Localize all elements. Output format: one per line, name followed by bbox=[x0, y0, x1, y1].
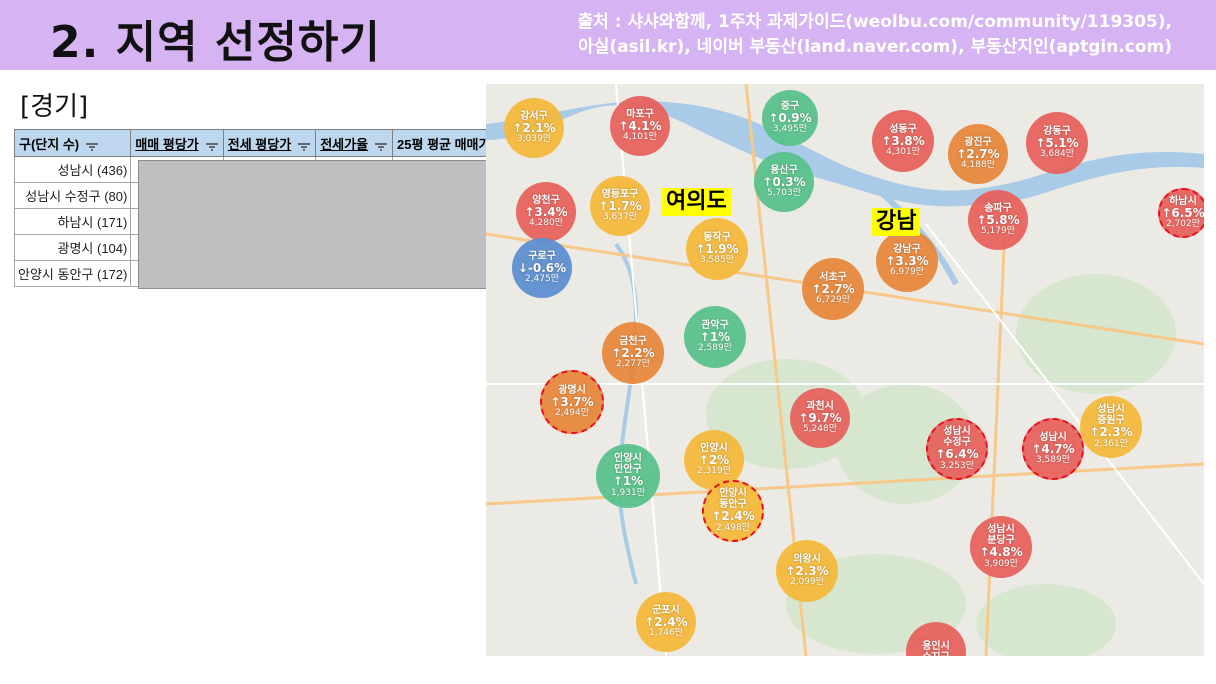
column-header-label: 25평 평균 매매가 bbox=[397, 136, 491, 152]
filter-icon[interactable] bbox=[297, 140, 311, 151]
district-bubble[interactable]: 과천시 ↑9.7% 5,248만 bbox=[790, 388, 850, 448]
row-name-cell: 성남시 수정구 (80) bbox=[13, 182, 132, 209]
district-price: 4,301만 bbox=[885, 147, 921, 158]
district-price: 4,188만 bbox=[960, 160, 996, 171]
district-bubble[interactable]: 군포시 ↑2.4% 1,746만 bbox=[636, 592, 696, 652]
column-header-label: 매매 평당가 bbox=[135, 136, 199, 152]
district-bubble[interactable]: 영등포구 ↑1.7% 3,637만 bbox=[590, 176, 650, 236]
district-name: 수지구 bbox=[922, 652, 950, 656]
row-name-cell: 안양시 동안구 (172) bbox=[13, 260, 132, 287]
district-bubble[interactable]: 성남시 수정구 ↑6.4% 3,253만 bbox=[926, 418, 988, 480]
district-bubble[interactable]: 성남시 분당구 ↑4.8% 3,909만 bbox=[970, 516, 1032, 578]
row-name-cell: 광명시 (104) bbox=[13, 234, 132, 261]
district-price: 2,319만 bbox=[696, 466, 732, 477]
district-name: 성남시 bbox=[987, 524, 1015, 536]
district-change: ↑2.4% bbox=[711, 509, 755, 524]
district-price: 6,979만 bbox=[889, 267, 925, 278]
district-price: 3,909만 bbox=[983, 558, 1019, 569]
district-bubble[interactable]: 성남시 중원구 ↑2.3% 2,361만 bbox=[1080, 396, 1142, 458]
row-name-cell: 하남시 (171) bbox=[13, 208, 132, 235]
map-label-yeouido: 여의도 bbox=[662, 188, 731, 216]
district-bubble[interactable]: 하남시 ↑6.5% 2,702만 bbox=[1158, 188, 1204, 238]
district-price: 2,361만 bbox=[1093, 438, 1129, 449]
redacted-data-block bbox=[138, 160, 504, 289]
page-title: 2. 지역 선정하기 bbox=[50, 17, 381, 68]
district-price: 2,589만 bbox=[697, 343, 733, 354]
district-change: ↑1% bbox=[612, 474, 644, 489]
map-background bbox=[486, 84, 1204, 656]
region-map[interactable]: 강서구 ↑2.1% 3,039만 마포구 ↑4.1% 4,101만 중구 ↑0.9% 3,495… bbox=[486, 84, 1204, 656]
district-change: ↑2.3% bbox=[1089, 425, 1133, 440]
district-bubble[interactable]: 안양시 만안구 ↑1% 1,931만 bbox=[596, 444, 660, 508]
district-bubble[interactable]: 강동구 ↑5.1% 3,684만 bbox=[1026, 112, 1088, 174]
column-header[interactable]: 전세가율 bbox=[315, 129, 394, 157]
district-price: 3,637만 bbox=[602, 212, 638, 223]
district-price: 5,179만 bbox=[980, 226, 1016, 237]
district-price: 2,498만 bbox=[715, 522, 751, 533]
district-price: 4,101만 bbox=[622, 132, 658, 143]
district-bubble[interactable]: 금천구 ↑2.2% 2,277만 bbox=[602, 322, 664, 384]
district-price: 2,099만 bbox=[789, 577, 825, 588]
district-price: 5,703만 bbox=[766, 188, 802, 199]
district-name: 성남시 bbox=[943, 426, 971, 438]
district-bubble[interactable]: 성동구 ↑3.8% 4,301만 bbox=[872, 110, 934, 172]
district-bubble[interactable]: 강남구 ↑3.3% 6,979만 bbox=[876, 230, 938, 292]
column-header[interactable]: 전세 평당가 bbox=[222, 129, 317, 157]
district-bubble[interactable]: 용산구 ↑0.3% 5,703만 bbox=[754, 152, 814, 212]
district-name: 안양시 bbox=[719, 488, 747, 500]
district-price: 6,729만 bbox=[815, 295, 851, 306]
district-bubble[interactable]: 안양시 동안구 ↑2.4% 2,498만 bbox=[702, 480, 764, 542]
district-price: 5,248만 bbox=[802, 424, 838, 435]
district-price: 1,746만 bbox=[648, 628, 684, 639]
district-bubble[interactable]: 서초구 ↑2.7% 6,729만 bbox=[802, 258, 864, 320]
district-change: ↑4.8% bbox=[979, 545, 1023, 560]
source-line-2: 아실(asil.kr), 네이버 부동산(land.naver.com), 부동… bbox=[578, 37, 1172, 57]
district-price: 2,475만 bbox=[524, 274, 560, 285]
district-price: 3,589만 bbox=[1035, 455, 1071, 466]
header-banner: 2. 지역 선정하기 출처 : 샤샤와함께, 1주차 과제가이드(weolbu.… bbox=[0, 0, 1216, 70]
column-header-label: 구(단지 수) bbox=[19, 136, 80, 152]
district-bubble[interactable]: 마포구 ↑4.1% 4,101만 bbox=[610, 96, 670, 156]
column-header-label: 전세 평당가 bbox=[227, 136, 292, 152]
district-bubble[interactable]: 송파구 ↑5.8% 5,179만 bbox=[968, 190, 1028, 250]
district-price: 3,039만 bbox=[516, 134, 552, 145]
district-bubble[interactable]: 강서구 ↑2.1% 3,039만 bbox=[504, 98, 564, 158]
district-bubble[interactable]: 성남시 ↑4.7% 3,589만 bbox=[1022, 418, 1084, 480]
district-change: ↑6.4% bbox=[935, 447, 979, 462]
district-price: 2,277만 bbox=[615, 359, 651, 370]
district-price: 1,931만 bbox=[610, 487, 646, 498]
column-header-label: 전세가율 bbox=[320, 136, 369, 152]
district-name: 안양시 bbox=[614, 453, 642, 465]
district-bubble[interactable]: 관악구 ↑1% 2,589만 bbox=[684, 306, 746, 368]
district-price: 3,585만 bbox=[699, 255, 735, 266]
region-label: [경기] bbox=[20, 92, 89, 122]
table-header-row: 구(단지 수) 매매 평당가 전세 평당가 전세가율 25평 평균 매매가 bbox=[13, 129, 516, 157]
district-price: 3,253만 bbox=[939, 460, 975, 471]
district-bubble[interactable]: 동작구 ↑1.9% 3,585만 bbox=[686, 218, 748, 280]
district-bubble[interactable]: 양천구 ↑3.4% 4,280만 bbox=[516, 182, 576, 242]
district-name: 용인시 bbox=[922, 641, 950, 652]
column-header[interactable]: 구(단지 수) bbox=[13, 129, 132, 157]
district-price: 3,684만 bbox=[1039, 149, 1075, 160]
filter-icon[interactable] bbox=[374, 140, 388, 151]
district-bubble[interactable]: 중구 ↑0.9% 3,495만 bbox=[762, 90, 818, 146]
filter-icon[interactable] bbox=[85, 140, 99, 151]
row-name-cell: 성남시 (436) bbox=[13, 156, 132, 183]
source-line-1: 출처 : 샤샤와함께, 1주차 과제가이드(weolbu.com/communi… bbox=[577, 12, 1172, 32]
column-header[interactable]: 매매 평당가 bbox=[130, 129, 224, 157]
district-name: 성남시 bbox=[1097, 404, 1125, 416]
district-bubble[interactable]: 광진구 ↑2.7% 4,188만 bbox=[948, 124, 1008, 184]
district-price: 2,494만 bbox=[554, 408, 590, 419]
district-bubble[interactable]: 광명시 ↑3.7% 2,494만 bbox=[540, 370, 604, 434]
district-price: 2,702만 bbox=[1165, 219, 1201, 230]
map-label-gangnam: 강남 bbox=[872, 208, 921, 236]
district-price: 4,280만 bbox=[528, 218, 564, 229]
district-price: 3,495만 bbox=[772, 124, 808, 135]
district-bubble[interactable]: 의왕시 ↑2.3% 2,099만 bbox=[776, 540, 838, 602]
district-bubble[interactable]: 구로구 ↓-0.6% 2,475만 bbox=[512, 238, 572, 298]
filter-icon[interactable] bbox=[205, 140, 219, 151]
